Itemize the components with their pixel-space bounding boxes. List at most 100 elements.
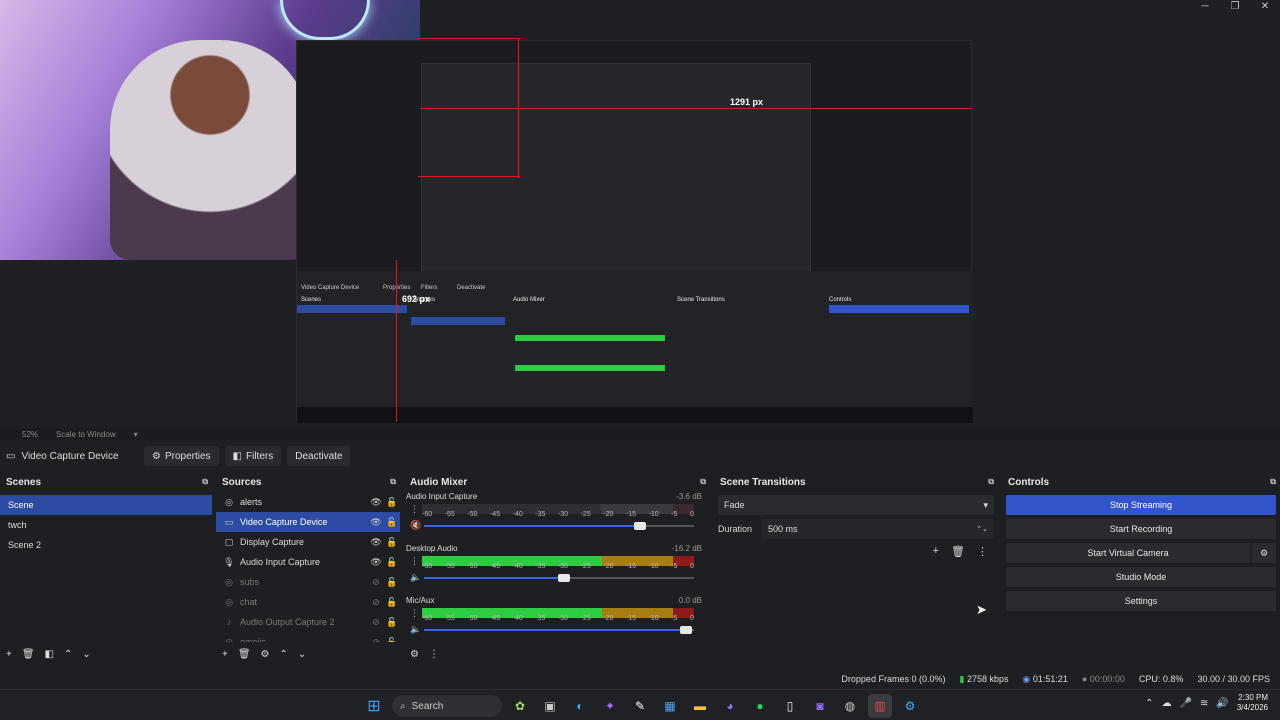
chevron-up-icon[interactable]: ⌃ <box>64 649 72 660</box>
feather-app-icon[interactable]: ✎ <box>628 694 652 718</box>
volume-slider-knob[interactable] <box>558 574 571 582</box>
lock-icon[interactable]: 🔓 <box>384 637 400 643</box>
studio-mode-button[interactable]: Studio Mode <box>1006 567 1276 587</box>
volume-slider-knob[interactable] <box>679 626 692 634</box>
chevron-up-icon[interactable]: ⌃ <box>1145 698 1153 709</box>
virtual-camera-settings-button[interactable]: ⚙ <box>1252 543 1276 563</box>
steam-icon[interactable]: ⚙ <box>898 694 922 718</box>
popout-icon[interactable]: ⧉ <box>1270 477 1276 487</box>
trash-icon[interactable]: 🗑 <box>22 649 35 660</box>
cloud-icon[interactable]: ☁ <box>1162 698 1172 709</box>
eye-icon[interactable]: 👁 <box>368 537 384 548</box>
eye-off-icon[interactable]: ⊘ <box>368 617 384 628</box>
widgets-icon[interactable]: ✿ <box>508 694 532 718</box>
filters-button[interactable]: ◧ Filters <box>224 446 282 466</box>
restore-button[interactable]: ❐ <box>1220 0 1250 14</box>
source-item[interactable]: ◎ alerts 👁 🔓 <box>216 492 400 512</box>
start-recording-button[interactable]: Start Recording <box>1006 519 1276 539</box>
spotify-icon[interactable]: ● <box>748 694 772 718</box>
lock-icon[interactable]: 🔓 <box>384 557 400 568</box>
spin-arrows-icon[interactable]: ⌃⌄ <box>976 525 988 533</box>
start-virtual-camera-button[interactable]: Start Virtual Camera <box>1006 543 1250 563</box>
windows-start-icon[interactable]: ⊞ <box>362 694 386 718</box>
muted-speaker-icon[interactable]: 🔇 <box>410 520 421 531</box>
transition-select[interactable]: Fade ▾ <box>718 495 994 515</box>
gear-icon[interactable]: ⚙ <box>410 649 419 660</box>
obs-icon[interactable]: ◍ <box>838 694 862 718</box>
lock-icon[interactable]: 🔓 <box>384 597 400 608</box>
clock[interactable]: 2:30 PM 3/4/2026 <box>1237 693 1268 713</box>
scene-item[interactable]: twch <box>0 515 212 535</box>
eye-off-icon[interactable]: ⊘ <box>368 637 384 643</box>
lock-icon[interactable]: 🔓 <box>384 537 400 548</box>
speaker-icon[interactable]: 🔈 <box>410 572 421 583</box>
volume-slider[interactable] <box>424 574 694 582</box>
context-source: ▭ Video Capture Device <box>0 451 144 462</box>
chevron-down-icon[interactable]: ▾ <box>134 430 138 439</box>
chevron-down-icon[interactable]: ⌄ <box>298 649 306 660</box>
more-menu-icon[interactable]: ⋮ <box>410 504 419 515</box>
close-button[interactable]: ✕ <box>1250 0 1280 14</box>
task-view-icon[interactable]: ▣ <box>538 694 562 718</box>
chevron-down-icon[interactable]: ⌄ <box>82 649 90 660</box>
eye-icon[interactable]: 👁 <box>368 557 384 568</box>
store-icon[interactable]: ▦ <box>658 694 682 718</box>
eye-off-icon[interactable]: ⊘ <box>368 597 384 608</box>
volume-slider[interactable] <box>424 626 694 634</box>
microphone-icon[interactable]: 🎤 <box>1180 698 1192 709</box>
wifi-icon[interactable]: ≋ <box>1200 698 1208 709</box>
more-menu-icon[interactable]: ⋮ <box>410 556 419 567</box>
more-menu-icon[interactable]: ⋮ <box>410 608 419 619</box>
copilot-icon[interactable]: ✦ <box>598 694 622 718</box>
source-item[interactable]: 🎙 Audio Input Capture 👁 🔓 <box>216 552 400 572</box>
lock-icon[interactable]: 🔓 <box>384 577 400 588</box>
file-explorer-icon[interactable]: ▬ <box>688 694 712 718</box>
lock-icon[interactable]: 🔓 <box>384 517 400 528</box>
properties-button[interactable]: ⚙ Properties <box>144 446 219 466</box>
source-item[interactable]: ◎ chat ⊘ 🔓 <box>216 592 400 612</box>
source-item[interactable]: ♪ Audio Output Capture 2 ⊘ 🔓 <box>216 612 400 632</box>
volume-slider-knob[interactable] <box>634 522 646 530</box>
add-icon[interactable]: + <box>933 545 939 558</box>
trash-icon[interactable]: 🗑 <box>238 649 251 660</box>
scale-mode[interactable]: Scale to Window <box>56 430 116 439</box>
speaker-icon[interactable]: 🔈 <box>410 624 421 635</box>
source-item[interactable]: ▢ Display Capture 👁 🔓 <box>216 532 400 552</box>
stop-streaming-button[interactable]: Stop Streaming <box>1006 495 1276 515</box>
gear-icon[interactable]: ⚙ <box>261 649 270 660</box>
twitch-icon[interactable]: ◙ <box>808 694 832 718</box>
filter-icon[interactable]: ◧ <box>45 649 54 660</box>
settings-button[interactable]: Settings <box>1006 591 1276 611</box>
add-icon[interactable]: + <box>6 649 12 660</box>
popout-icon[interactable]: ⧉ <box>700 477 706 487</box>
popout-icon[interactable]: ⧉ <box>202 477 208 487</box>
trash-icon[interactable]: 🗑 <box>951 545 965 558</box>
lock-icon[interactable]: 🔓 <box>384 497 400 508</box>
taskbar-search[interactable]: ⌕ Search <box>392 695 502 717</box>
source-item[interactable]: ◎ emojis ⊘ 🔓 <box>216 632 400 643</box>
chevron-up-icon[interactable]: ⌃ <box>280 649 288 660</box>
duration-spinbox[interactable]: 500 ms ⌃⌄ <box>762 519 994 539</box>
preview-canvas[interactable]: Video Capture Device Properties Filters … <box>0 0 1280 428</box>
discord-icon[interactable]: ◕ <box>718 694 742 718</box>
edge-browser-icon[interactable]: ◐ <box>568 694 592 718</box>
volume-slider[interactable] <box>424 522 694 530</box>
more-menu-icon[interactable]: ⋮ <box>977 545 988 558</box>
scene-item[interactable]: Scene 2 <box>0 535 212 555</box>
eye-icon[interactable]: 👁 <box>368 517 384 528</box>
popout-icon[interactable]: ⧉ <box>390 477 396 487</box>
source-item[interactable]: ◎ subs ⊘ 🔓 <box>216 572 400 592</box>
scene-item[interactable]: Scene <box>0 495 212 515</box>
deactivate-button[interactable]: Deactivate <box>287 446 351 466</box>
capture-app-icon[interactable]: ▥ <box>868 694 892 718</box>
popout-icon[interactable]: ⧉ <box>988 477 994 487</box>
source-item[interactable]: ▭ Video Capture Device 👁 🔓 <box>216 512 400 532</box>
eye-off-icon[interactable]: ⊘ <box>368 577 384 588</box>
eye-icon[interactable]: 👁 <box>368 497 384 508</box>
volume-icon[interactable]: 🔊 <box>1216 698 1228 709</box>
minimize-button[interactable]: ─ <box>1190 0 1220 14</box>
add-icon[interactable]: + <box>222 649 228 660</box>
more-menu-icon[interactable]: ⋮ <box>429 649 439 660</box>
lock-icon[interactable]: 🔓 <box>384 617 400 628</box>
document-icon[interactable]: ▯ <box>778 694 802 718</box>
